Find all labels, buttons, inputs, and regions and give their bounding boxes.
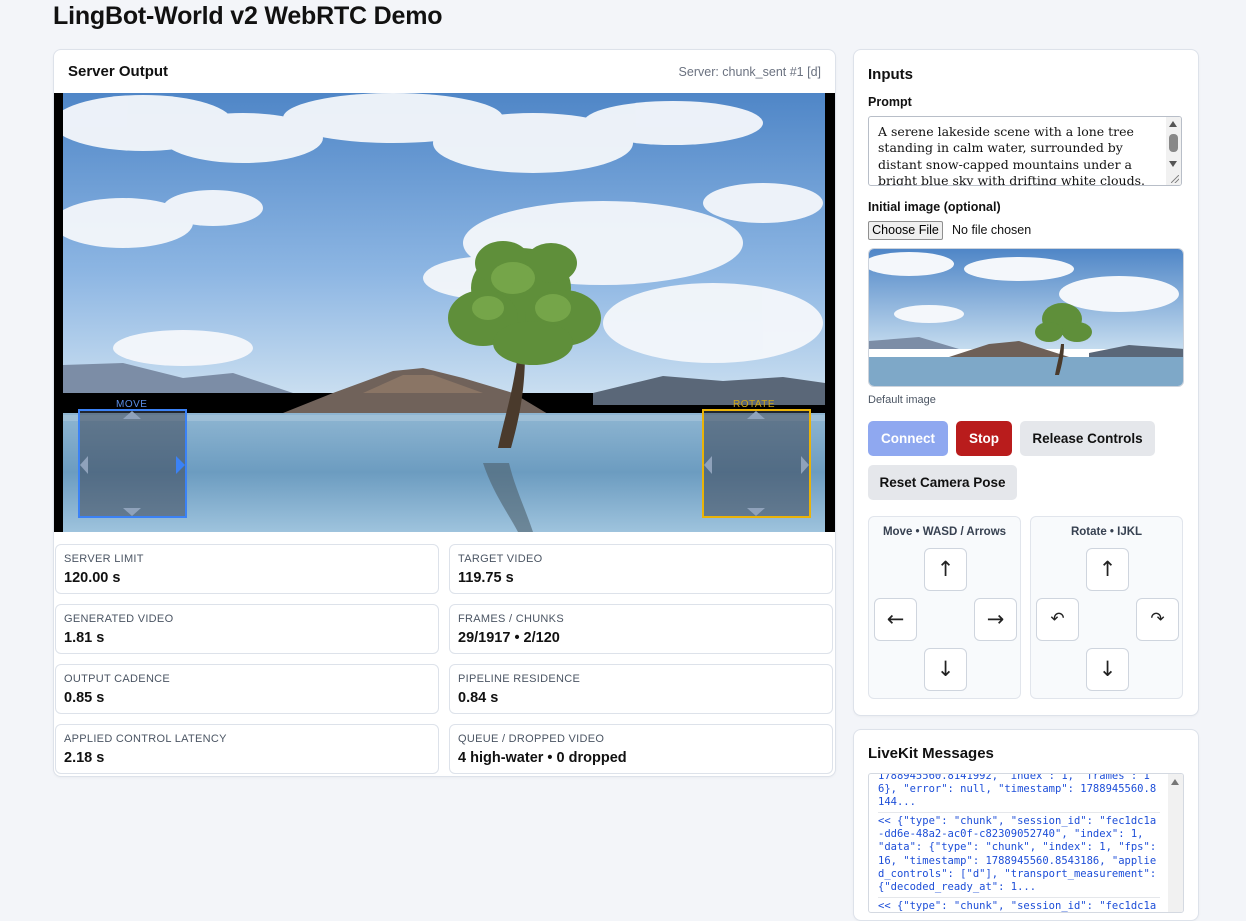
inputs-title: Inputs	[868, 66, 913, 83]
stop-button[interactable]: Stop	[956, 421, 1012, 456]
stat-label: QUEUE / DROPPED VIDEO	[458, 733, 605, 745]
move-right-indicator	[176, 456, 185, 474]
stat-target-video: TARGET VIDEO 119.75 s	[449, 544, 833, 594]
stat-value: 120.00 s	[64, 570, 121, 586]
stat-label: PIPELINE RESIDENCE	[458, 673, 581, 685]
prompt-text: A serene lakeside scene with a lone tree…	[878, 124, 1145, 186]
server-output-title: Server Output	[68, 63, 169, 80]
server-output-card: Server Output Server: chunk_sent #1 [d]	[53, 49, 836, 777]
move-overlay-box	[78, 409, 187, 518]
log-message: << {"type": "chunk", "session_id": "fec1…	[878, 899, 1157, 912]
initial-image-label: Initial image (optional)	[868, 200, 1001, 214]
stat-value: 4 high-water • 0 dropped	[458, 750, 627, 766]
stat-label: APPLIED CONTROL LATENCY	[64, 733, 227, 745]
choose-file-button[interactable]: Choose File	[868, 221, 943, 240]
server-status-text: Server: chunk_sent #1 [d]	[678, 65, 821, 79]
stat-value: 0.84 s	[458, 690, 499, 706]
reset-camera-pose-button[interactable]: Reset Camera Pose	[868, 465, 1017, 500]
stat-value: 1.81 s	[64, 630, 105, 646]
move-panel-title: Move • WASD / Arrows	[882, 526, 1007, 538]
log-content: 1788945560.8141992, "index": 1, "frames"…	[878, 774, 1160, 912]
move-left-indicator	[80, 456, 88, 474]
stat-value: 0.85 s	[64, 690, 105, 706]
image-caption: Default image	[868, 394, 936, 406]
rotate-right-key[interactable]: ↷	[1136, 598, 1179, 641]
livekit-messages-card: LiveKit Messages 1788945560.8141992, "in…	[853, 729, 1199, 921]
page-title: LingBot-World v2 WebRTC Demo	[53, 2, 443, 30]
move-down-key[interactable]: ↓	[924, 648, 967, 691]
rotate-up-key[interactable]: ↑	[1086, 548, 1129, 591]
rotate-controls-panel: Rotate • IJKL ↑ ↶ ↷ ↓	[1030, 516, 1183, 699]
stat-applied-control-latency: APPLIED CONTROL LATENCY 2.18 s	[55, 724, 439, 774]
stat-value: 29/1917 • 2/120	[458, 630, 560, 646]
resize-handle-icon[interactable]	[1171, 175, 1179, 183]
rotate-left-indicator	[704, 456, 712, 474]
rotate-up-indicator	[747, 411, 765, 419]
move-up-indicator	[123, 411, 141, 419]
initial-image-preview	[868, 248, 1184, 387]
livekit-title: LiveKit Messages	[868, 745, 994, 762]
preview-image	[869, 249, 1183, 386]
release-controls-button[interactable]: Release Controls	[1020, 421, 1155, 456]
rotate-left-key[interactable]: ↶	[1036, 598, 1079, 641]
log-scrollbar[interactable]	[1168, 774, 1183, 912]
move-controls-panel: Move • WASD / Arrows ↑ ← → ↓	[868, 516, 1021, 699]
move-down-indicator	[123, 508, 141, 516]
prompt-textarea[interactable]: A serene lakeside scene with a lone tree…	[868, 116, 1182, 186]
stat-frames-chunks: FRAMES / CHUNKS 29/1917 • 2/120	[449, 604, 833, 654]
stat-queue-dropped-video: QUEUE / DROPPED VIDEO 4 high-water • 0 d…	[449, 724, 833, 774]
rotate-right-indicator	[801, 456, 809, 474]
stat-output-cadence: OUTPUT CADENCE 0.85 s	[55, 664, 439, 714]
scroll-thumb[interactable]	[1169, 134, 1178, 152]
video-stream[interactable]: MOVE ROTATE	[54, 93, 835, 532]
stat-label: TARGET VIDEO	[458, 553, 543, 565]
rotate-panel-title: Rotate • IJKL	[1070, 526, 1143, 538]
move-right-key[interactable]: →	[974, 598, 1017, 641]
stat-value: 2.18 s	[64, 750, 105, 766]
stat-server-limit: SERVER LIMIT 120.00 s	[55, 544, 439, 594]
rotate-down-indicator	[747, 508, 765, 516]
move-left-key[interactable]: ←	[874, 598, 917, 641]
move-up-key[interactable]: ↑	[924, 548, 967, 591]
no-file-text: No file chosen	[952, 223, 1032, 237]
stat-label: OUTPUT CADENCE	[64, 673, 171, 685]
scroll-up-arrow-icon[interactable]	[1171, 779, 1179, 785]
scroll-down-arrow-icon[interactable]	[1169, 161, 1177, 167]
stat-pipeline-residence: PIPELINE RESIDENCE 0.84 s	[449, 664, 833, 714]
connect-button[interactable]: Connect	[868, 421, 948, 456]
stat-label: GENERATED VIDEO	[64, 613, 174, 625]
stat-generated-video: GENERATED VIDEO 1.81 s	[55, 604, 439, 654]
log-message: 1788945560.8141992, "index": 1, "frames"…	[878, 774, 1160, 814]
rotate-down-key[interactable]: ↓	[1086, 648, 1129, 691]
prompt-label: Prompt	[868, 95, 912, 109]
stat-label: SERVER LIMIT	[64, 553, 144, 565]
livekit-log[interactable]: 1788945560.8141992, "index": 1, "frames"…	[868, 773, 1184, 913]
log-message: << {"type": "chunk", "session_id": "fec1…	[878, 813, 1160, 898]
stat-label: FRAMES / CHUNKS	[458, 613, 564, 625]
scroll-up-arrow-icon[interactable]	[1169, 121, 1177, 127]
rotate-overlay-box	[702, 409, 811, 518]
stat-value: 119.75 s	[458, 570, 514, 586]
inputs-card: Inputs Prompt A serene lakeside scene wi…	[853, 49, 1199, 716]
